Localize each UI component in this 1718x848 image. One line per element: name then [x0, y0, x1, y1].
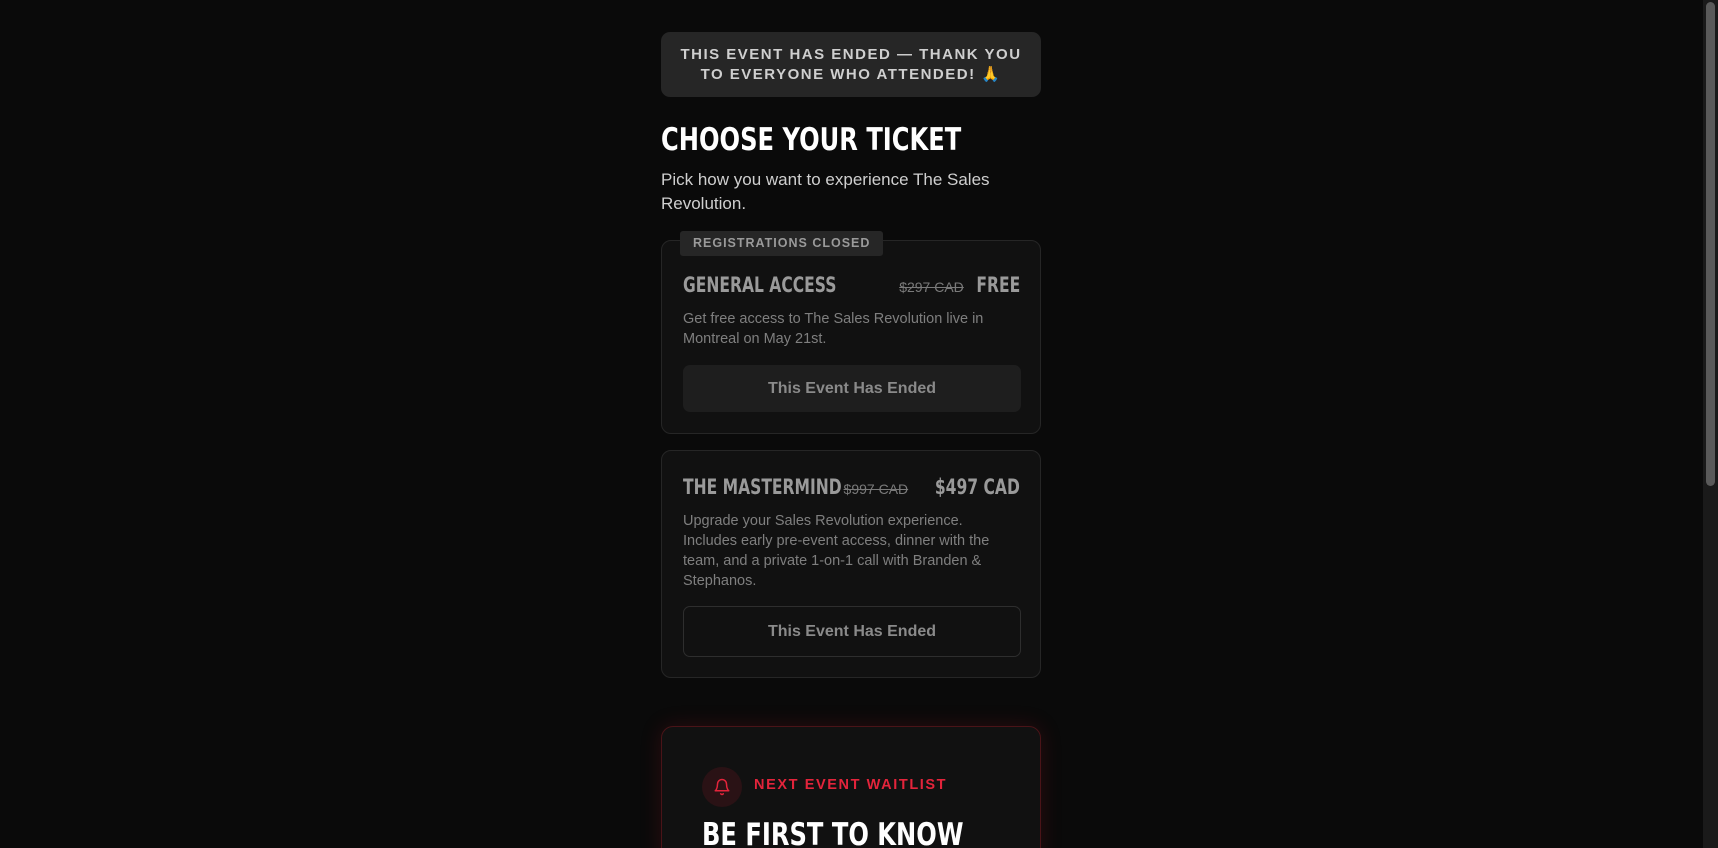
ticket-description: Get free access to The Sales Revolution … — [683, 311, 984, 347]
ticket-name: GENERAL ACCESS — [683, 273, 837, 297]
old-price: $997 CAD — [843, 481, 909, 497]
waitlist-label: NEXT EVENT WAITLIST — [754, 777, 948, 793]
price-row: $297 CAD FREE — [899, 273, 1020, 297]
current-price: $497 CAD — [935, 475, 1020, 499]
registrations-closed-badge: REGISTRATIONS CLOSED — [680, 231, 884, 256]
page-scrollbar[interactable] — [1703, 0, 1718, 848]
price-row: $997 CAD $497 CAD — [844, 475, 1020, 499]
ticket-description: Upgrade your Sales Revolution experience… — [683, 513, 990, 589]
waitlist-title: BE FIRST TO KNOW — [702, 817, 964, 848]
ticket-name: THE MASTERMIND — [683, 475, 842, 499]
event-ended-button[interactable]: This Event Has Ended — [683, 606, 1021, 657]
event-ended-button[interactable]: This Event Has Ended — [683, 365, 1021, 412]
ticket-card-general-access: REGISTRATIONS CLOSED GENERAL ACCESS $297… — [661, 231, 1041, 434]
scrollbar-thumb[interactable] — [1706, 2, 1715, 486]
page-title: CHOOSE YOUR TICKET — [661, 122, 962, 158]
current-price: FREE — [976, 273, 1020, 297]
page-subtitle: Pick how you want to experience The Sale… — [661, 170, 990, 213]
ticket-card-mastermind: THE MASTERMIND $997 CAD $497 CAD Upgrade… — [661, 450, 1041, 678]
event-ended-banner-text: This event has ended — thank you to ever… — [680, 45, 1022, 83]
page: This event has ended — thank you to ever… — [0, 0, 1718, 848]
bell-icon — [702, 767, 742, 807]
old-price: $297 CAD — [899, 279, 964, 295]
event-ended-banner: This event has ended — thank you to ever… — [661, 32, 1041, 97]
waitlist-card: NEXT EVENT WAITLIST BE FIRST TO KNOW — [661, 726, 1041, 848]
